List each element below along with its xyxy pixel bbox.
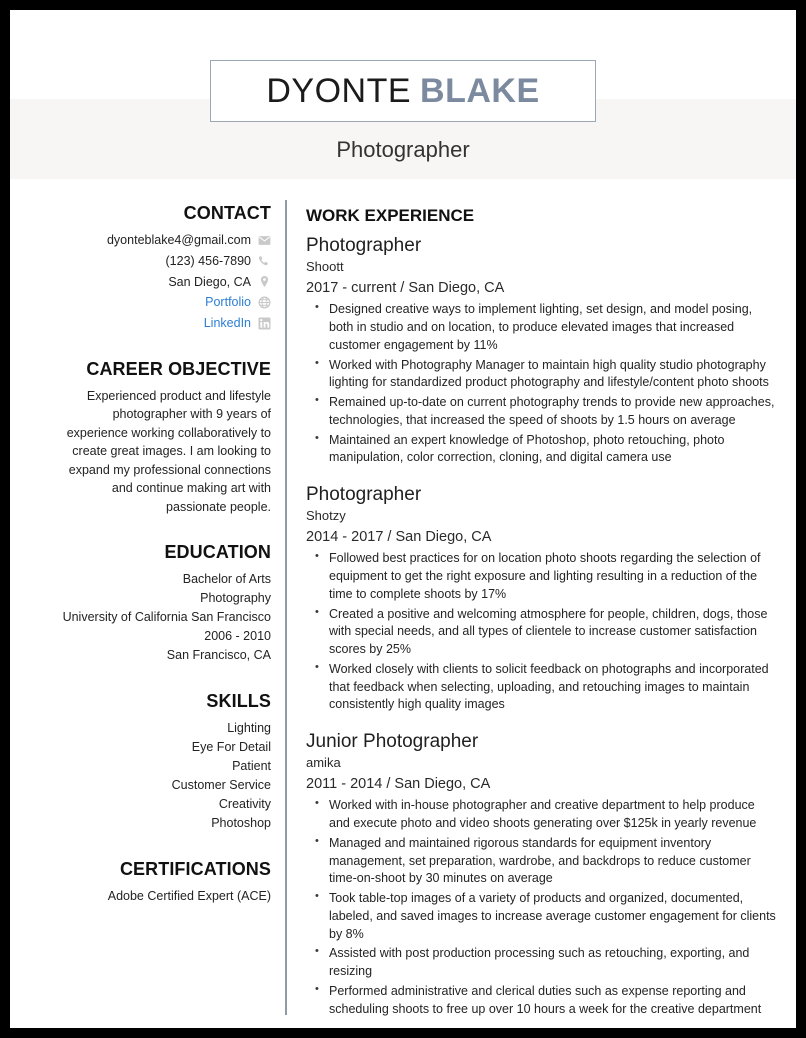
skill-item: Lighting — [227, 721, 271, 736]
skill-item: Creativity — [218, 797, 271, 812]
job-company: Shoott — [306, 259, 344, 275]
skill-item: Patient — [232, 759, 271, 774]
first-name: DYONTE — [266, 72, 412, 110]
column-divider — [285, 200, 287, 1015]
contact-item-label: Portfolio — [205, 295, 251, 310]
header-job-title: Photographer — [336, 137, 470, 162]
skill-item: Eye For Detail — [191, 740, 271, 755]
contact-item[interactable]: LinkedIn — [50, 314, 271, 333]
resume-page: DYONTE BLAKE Photographer CONTACT dyonteb… — [10, 10, 796, 1028]
job-bullet: Followed best practices for on location … — [306, 549, 778, 603]
contact-item-label: (123) 456-7890 — [165, 253, 251, 268]
envelope-icon — [258, 234, 271, 247]
contact-heading: CONTACT — [183, 203, 271, 223]
phone-icon — [258, 255, 271, 268]
skills-list: Lighting Eye For Detail Patient Customer Se… — [50, 719, 271, 833]
contact-item: (123) 456-7890 — [50, 252, 271, 271]
job-bullet: Worked with in-house photographer and cr… — [306, 796, 778, 833]
job-bullet: Worked closely with clients to solicit f… — [306, 660, 778, 714]
education-line: University of California San Francisco — [62, 610, 271, 625]
job-dates-location: 2014 - 2017 / San Diego, CA — [306, 529, 492, 546]
globe-icon — [258, 296, 271, 309]
skill-item: Customer Service — [171, 778, 271, 793]
education-line: Bachelor of Arts — [182, 572, 271, 587]
job-bullet: Performed administrative and clerical du… — [306, 982, 778, 1019]
job-bullet-list: Worked with in-house photographer and cr… — [306, 796, 778, 1019]
contact-item: dyonteblake4@gmail.com — [50, 231, 271, 250]
certifications-heading: CERTIFICATIONS — [119, 859, 271, 880]
full-name: DYONTE BLAKE — [266, 74, 539, 108]
job-company: amika — [306, 755, 341, 771]
certification-item: Adobe Certified Expert (ACE) — [107, 889, 271, 904]
job-bullet: Worked with Photography Manager to maint… — [306, 356, 778, 393]
contact-item-label: LinkedIn — [203, 316, 251, 330]
contact-item-label: San Diego, CA — [168, 274, 251, 289]
job-bullet: Designed creative ways to implement ligh… — [306, 300, 778, 354]
job-company: Shotzy — [306, 508, 346, 524]
job-entry: Photographer Shotzy 2014 - 2017 / San Dieg… — [306, 484, 778, 714]
certifications-section: CERTIFICATIONS Adobe Certified Expert (A… — [50, 859, 271, 906]
last-name: BLAKE — [420, 72, 540, 110]
education-list: Bachelor of Arts Photography University of… — [50, 570, 271, 665]
objective-section: CAREER OBJECTIVE Experienced product and… — [50, 359, 271, 517]
name-box: DYONTE BLAKE — [210, 60, 596, 122]
contact-list: dyonteblake4@gmail.com (123) 456-7890 San … — [50, 231, 271, 333]
skill-item: Photoshop — [211, 816, 271, 831]
skills-heading: SKILLS — [206, 691, 271, 712]
education-heading: EDUCATION — [164, 542, 271, 563]
objective-heading: CAREER OBJECTIVE — [86, 358, 271, 379]
education-line: San Francisco, CA — [166, 648, 271, 663]
job-bullet: Maintained an expert knowledge of Photos… — [306, 431, 778, 468]
job-bullet-list: Designed creative ways to implement ligh… — [306, 300, 778, 468]
contact-item[interactable]: Portfolio — [50, 293, 271, 312]
skills-section: SKILLS Lighting Eye For Detail Patient Cust… — [50, 691, 271, 833]
sidebar: CONTACT dyonteblake4@gmail.com (123) 456-… — [50, 203, 271, 932]
certifications-list: Adobe Certified Expert (ACE) — [50, 887, 271, 906]
job-entry: Photographer Shoott 2017 - current / San D… — [306, 235, 778, 467]
job-bullet: Assisted with post production processing… — [306, 944, 778, 981]
linkedin-icon — [258, 317, 271, 330]
job-dates-location: 2011 - 2014 / San Diego, CA — [306, 776, 491, 793]
job-dates-location: 2017 - current / San Diego, CA — [306, 280, 505, 297]
location-pin-icon — [258, 275, 271, 288]
work-experience-heading: WORK EXPERIENCE — [306, 206, 475, 225]
job-role: Photographer — [306, 235, 422, 256]
job-bullet: Remained up-to-date on current photograp… — [306, 393, 778, 430]
education-section: EDUCATION Bachelor of Arts Photography Uni… — [50, 542, 271, 665]
work-experience: WORK EXPERIENCE Photographer Shoott 2017 -… — [306, 206, 778, 1028]
job-role: Junior Photographer — [306, 731, 479, 753]
job-role: Photographer — [306, 484, 422, 506]
job-list: Photographer Shoott 2017 - current / San D… — [306, 235, 778, 1018]
job-bullet: Managed and maintained rigorous standard… — [306, 834, 778, 888]
contact-item-label: dyonteblake4@gmail.com — [106, 233, 251, 247]
job-bullet: Took table-top images of a variety of pr… — [306, 889, 778, 943]
job-entry: Junior Photographer amika 2011 - 2014 / Sa… — [306, 731, 778, 1018]
job-bullet-list: Followed best practices for on location … — [306, 549, 778, 714]
education-line: Photography — [200, 591, 271, 606]
job-bullet: Created a positive and welcoming atmosph… — [306, 605, 778, 659]
contact-section: CONTACT dyonteblake4@gmail.com (123) 456-… — [50, 203, 271, 333]
contact-item: San Diego, CA — [50, 273, 271, 292]
objective-text: Experienced product and lifestyle photog… — [66, 388, 271, 514]
education-line: 2006 - 2010 — [204, 629, 271, 644]
